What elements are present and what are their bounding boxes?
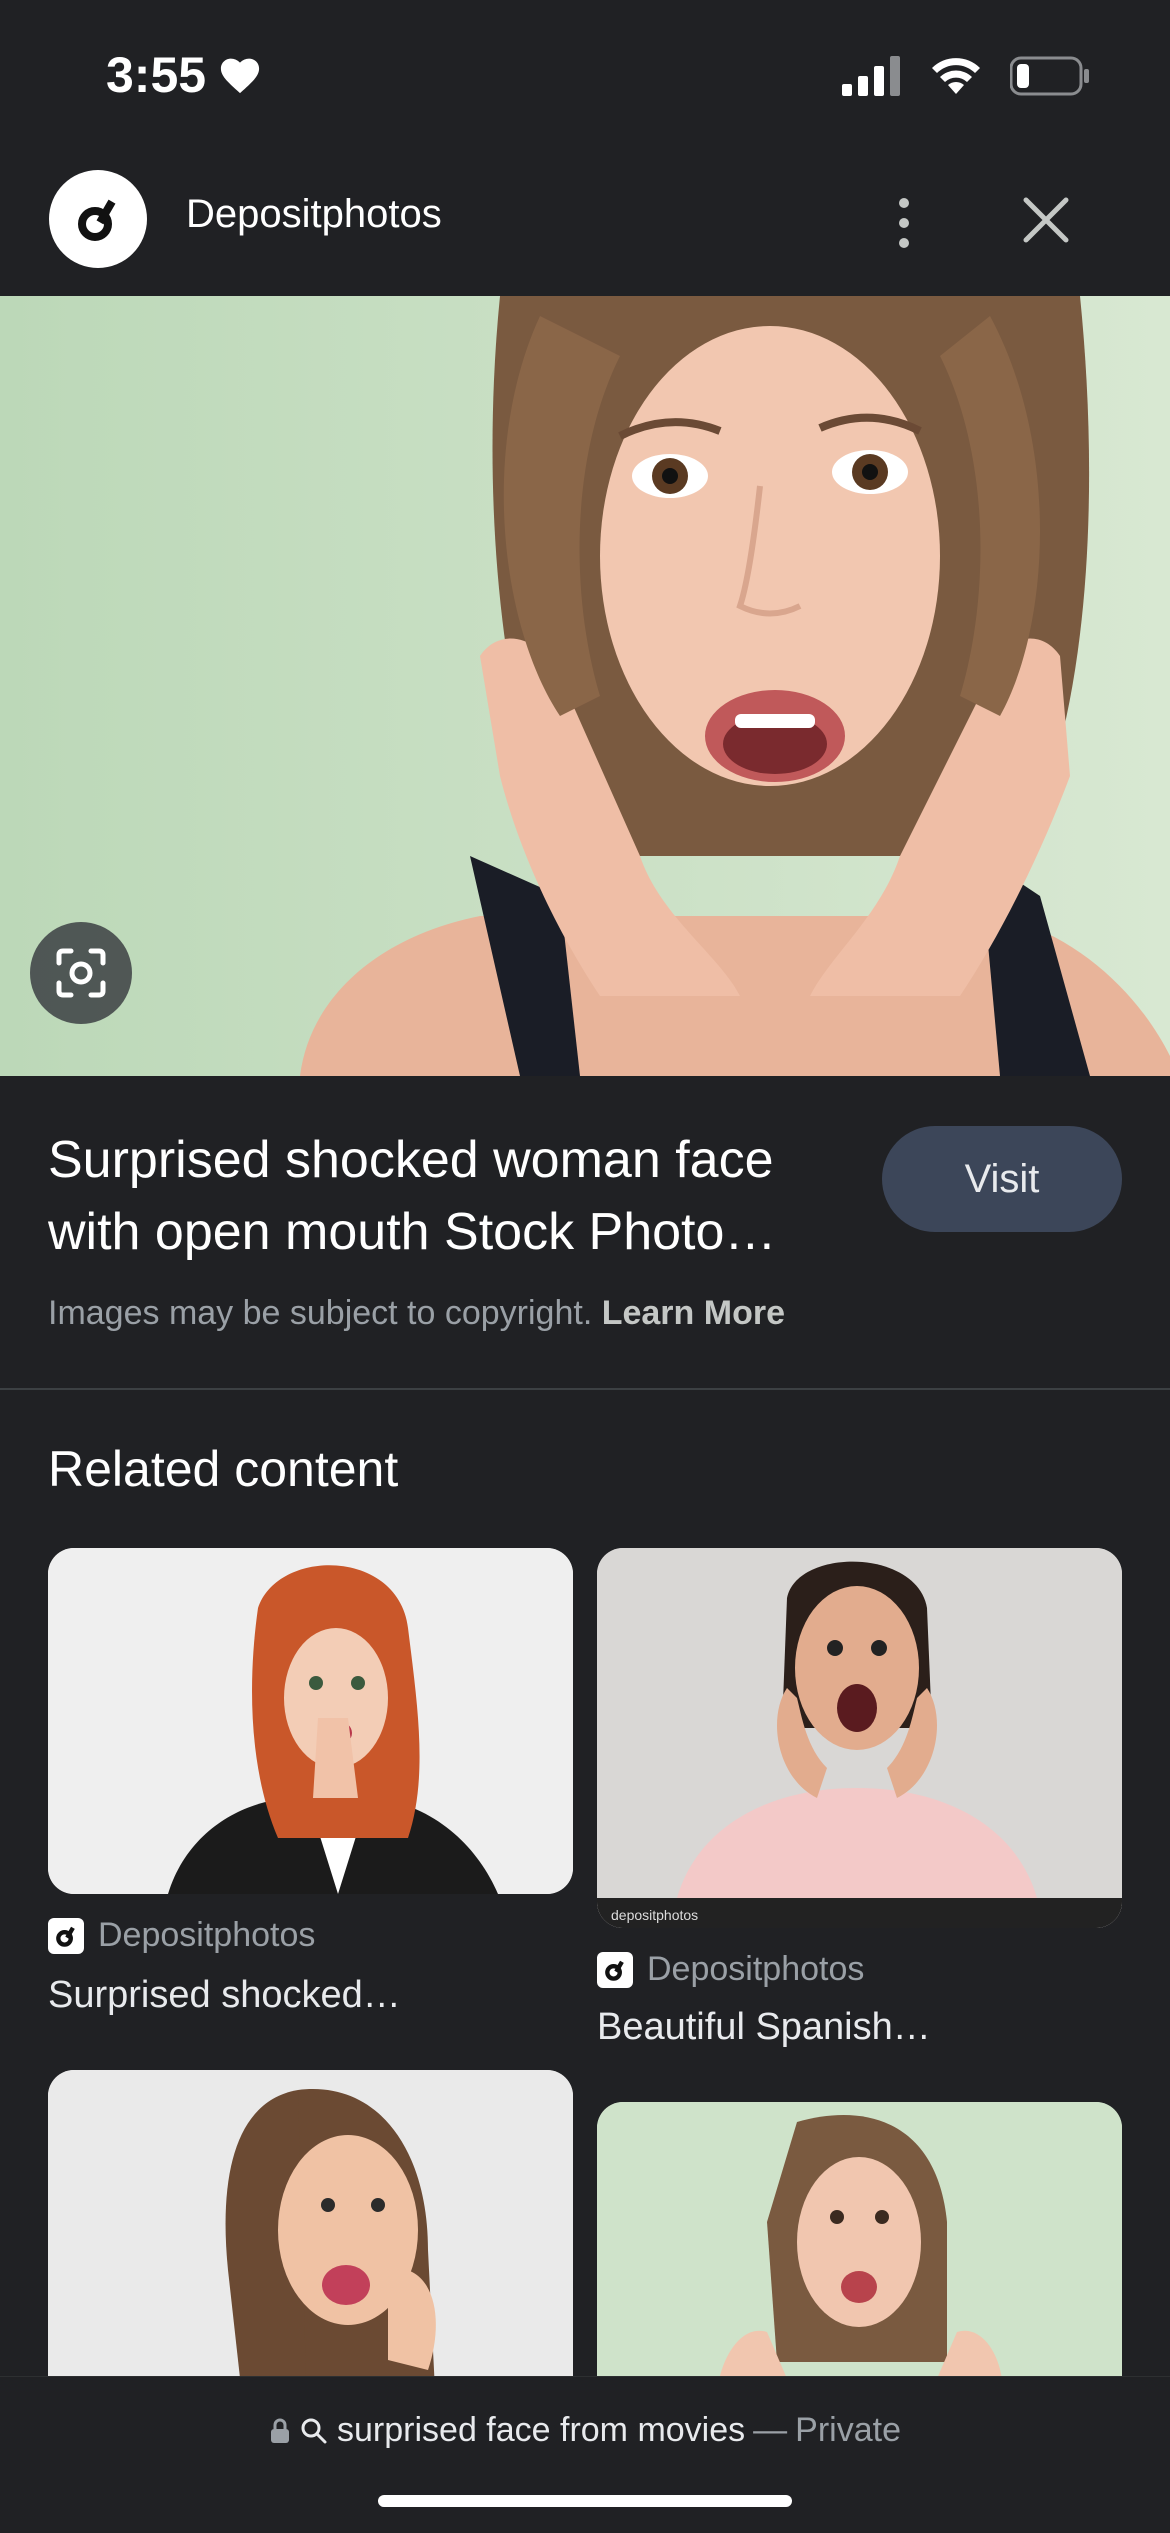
- related-title-1[interactable]: Surprised shocked…: [48, 1974, 401, 2017]
- more-options-icon[interactable]: [880, 188, 928, 258]
- status-time: 3:55: [106, 46, 262, 104]
- time-text: 3:55: [106, 47, 207, 103]
- url-field[interactable]: surprised face from movies — Private: [0, 2411, 1170, 2450]
- signal-icon: [842, 56, 900, 96]
- divider: [0, 1388, 1170, 1390]
- private-label: Private: [795, 2411, 901, 2449]
- redhead-woman-photo: [48, 1548, 573, 1894]
- lens-icon: [56, 948, 106, 998]
- status-bar: 3:55: [0, 0, 1170, 150]
- main-image[interactable]: [0, 296, 1170, 1076]
- related-source-2: Depositphotos: [597, 1950, 864, 1989]
- image-title-line-1: Surprised shocked woman face: [48, 1131, 774, 1189]
- related-source-1: Depositphotos: [48, 1916, 315, 1955]
- search-query: surprised face from movies: [337, 2411, 746, 2449]
- svg-text:depositphotos: depositphotos: [611, 1907, 698, 1923]
- wifi-icon: [932, 58, 980, 94]
- separator: —: [753, 2411, 788, 2449]
- site-name[interactable]: Depositphotos: [186, 192, 442, 237]
- google-lens-button[interactable]: [30, 922, 132, 1024]
- related-title-2[interactable]: Beautiful Spanish…: [597, 2006, 931, 2049]
- search-icon: [301, 2418, 327, 2443]
- image-title[interactable]: Surprised shocked woman face with open m…: [48, 1124, 848, 1268]
- related-source-name: Depositphotos: [98, 1916, 316, 1954]
- heart-icon: [220, 58, 260, 94]
- home-indicator[interactable]: [378, 2495, 792, 2507]
- depositphotos-logo-icon: [48, 1917, 84, 1954]
- related-content-heading: Related content: [48, 1441, 399, 1497]
- site-logo[interactable]: [49, 170, 147, 268]
- image-title-line-2: with open mouth Stock Photo…: [48, 1203, 777, 1261]
- browser-address-bar[interactable]: surprised face from movies — Private: [0, 2376, 1170, 2533]
- depositphotos-logo-icon: [78, 199, 116, 241]
- learn-more-link[interactable]: Learn More: [602, 1294, 785, 1332]
- viewer-header: Depositphotos: [0, 150, 1170, 296]
- lock-icon: [271, 2418, 290, 2443]
- close-icon[interactable]: [1016, 190, 1076, 250]
- surprised-woman-photo: [0, 296, 1170, 1076]
- spanish-woman-photo: depositphotos: [597, 1548, 1122, 1928]
- visit-button[interactable]: Visit: [882, 1126, 1122, 1232]
- related-source-name: Depositphotos: [647, 1950, 865, 1988]
- copyright-text: Images may be subject to copyright.: [48, 1294, 593, 1332]
- battery-icon: [1010, 56, 1089, 96]
- copyright-notice: Images may be subject to copyright. Lear…: [48, 1294, 785, 1333]
- related-image-1[interactable]: [48, 1548, 573, 1894]
- depositphotos-logo-icon: [597, 1951, 633, 1988]
- related-image-2[interactable]: depositphotos: [597, 1548, 1122, 1928]
